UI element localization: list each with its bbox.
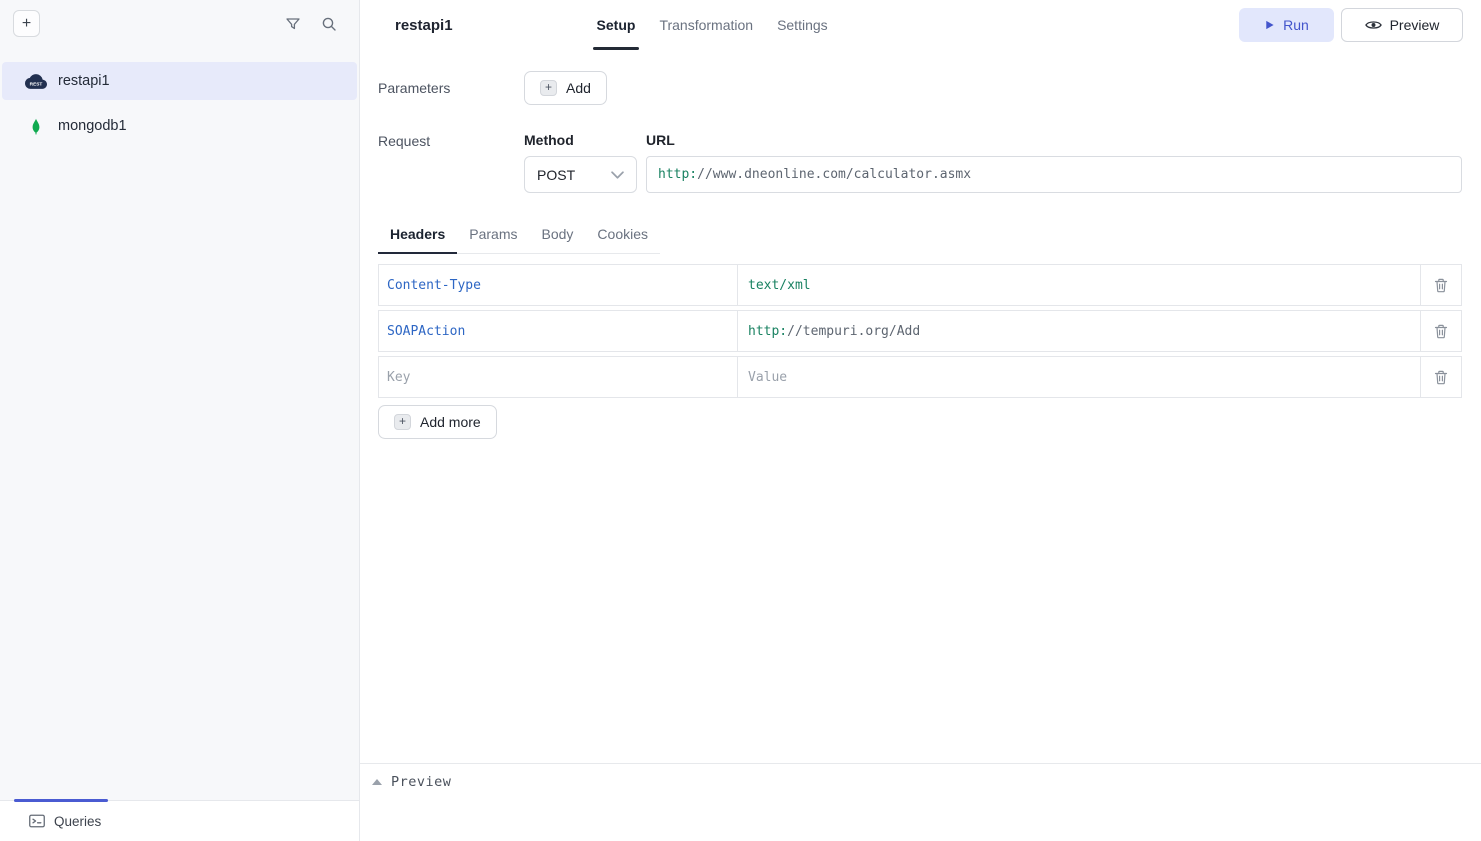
query-list: REST restapi1 mongodb1 bbox=[0, 47, 359, 800]
key-input[interactable] bbox=[387, 370, 737, 385]
add-more-label: Add more bbox=[420, 414, 481, 430]
header-value-cell[interactable] bbox=[737, 356, 1421, 398]
request-row: Request Method POST URL http://www.dneon… bbox=[378, 132, 1462, 193]
sidebar-toolbar: + bbox=[0, 0, 359, 47]
editor-tabs: Setup Transformation Settings bbox=[585, 0, 840, 50]
header-key-cell[interactable] bbox=[378, 356, 738, 398]
url-rest-text: //www.dneonline.com/calculator.asmx bbox=[697, 167, 971, 182]
run-button[interactable]: Run bbox=[1239, 8, 1334, 42]
url-field: URL http://www.dneonline.com/calculator.… bbox=[646, 132, 1462, 193]
add-more-row: + Add more bbox=[378, 405, 1462, 439]
tab-cookies[interactable]: Cookies bbox=[585, 226, 660, 253]
header-key-text: Content-Type bbox=[387, 278, 481, 293]
active-tab-indicator bbox=[14, 799, 108, 802]
add-more-button[interactable]: + Add more bbox=[378, 405, 497, 439]
preview-button-label: Preview bbox=[1390, 17, 1440, 33]
new-query-button[interactable]: + bbox=[13, 10, 40, 37]
add-parameter-button[interactable]: + Add bbox=[524, 71, 607, 105]
filter-icon[interactable] bbox=[285, 16, 301, 32]
table-row bbox=[378, 356, 1462, 398]
delete-row-button[interactable] bbox=[1420, 356, 1462, 398]
trash-icon bbox=[1434, 370, 1448, 385]
sidebar-bottom-bar: Queries bbox=[0, 800, 359, 841]
header-key-text: SOAPAction bbox=[387, 324, 465, 339]
method-field: Method POST bbox=[524, 132, 637, 193]
plus-icon: + bbox=[394, 414, 411, 430]
mongodb-icon bbox=[25, 118, 47, 135]
table-row: SOAPAction http://tempuri.org/Add bbox=[378, 310, 1462, 352]
tab-setup[interactable]: Setup bbox=[585, 0, 648, 50]
method-label: Method bbox=[524, 132, 637, 148]
sidebar-item-label: restapi1 bbox=[58, 73, 110, 89]
preview-bar-label: Preview bbox=[391, 774, 451, 790]
trash-icon bbox=[1434, 324, 1448, 339]
header-value-cell[interactable]: text/xml bbox=[737, 264, 1421, 306]
play-icon bbox=[1264, 19, 1275, 31]
editor-header: restapi1 Setup Transformation Settings R… bbox=[360, 0, 1481, 50]
value-input[interactable] bbox=[748, 370, 1420, 385]
tab-settings[interactable]: Settings bbox=[765, 0, 840, 50]
plus-icon: + bbox=[540, 80, 557, 96]
rest-api-icon: REST bbox=[25, 74, 47, 89]
header-value-text: text/xml bbox=[748, 278, 811, 293]
table-row: Content-Type text/xml bbox=[378, 264, 1462, 306]
expand-up-icon bbox=[372, 779, 382, 785]
header-value-text: http: bbox=[748, 324, 787, 339]
tab-params[interactable]: Params bbox=[457, 226, 529, 253]
preview-collapse-bar[interactable]: Preview bbox=[360, 763, 1481, 841]
method-select[interactable]: POST bbox=[524, 156, 637, 193]
preview-button[interactable]: Preview bbox=[1341, 8, 1463, 42]
parameters-row: Parameters + Add bbox=[378, 71, 1462, 105]
sidebar-item-label: mongodb1 bbox=[58, 118, 127, 134]
app-window: + RE bbox=[0, 0, 1481, 841]
sidebar-item-restapi1[interactable]: REST restapi1 bbox=[2, 62, 357, 100]
header-key-cell[interactable]: SOAPAction bbox=[378, 310, 738, 352]
chevron-down-icon bbox=[611, 171, 624, 179]
rest-badge-text: REST bbox=[30, 81, 43, 87]
tab-headers[interactable]: Headers bbox=[378, 226, 457, 253]
main-panel: restapi1 Setup Transformation Settings R… bbox=[360, 0, 1481, 841]
method-selected-value: POST bbox=[537, 167, 575, 183]
trash-icon bbox=[1434, 278, 1448, 293]
setup-panel: Parameters + Add Request Method POST bbox=[360, 50, 1481, 763]
run-button-label: Run bbox=[1283, 17, 1309, 33]
sidebar-toolbar-icons bbox=[285, 16, 337, 32]
eye-icon bbox=[1365, 19, 1382, 31]
queries-tab-label: Queries bbox=[54, 814, 101, 829]
sidebar-item-mongodb1[interactable]: mongodb1 bbox=[2, 107, 357, 145]
tab-transformation[interactable]: Transformation bbox=[647, 0, 765, 50]
tab-body[interactable]: Body bbox=[530, 226, 586, 253]
page-title: restapi1 bbox=[395, 17, 453, 34]
header-actions: Run Preview bbox=[1239, 8, 1463, 42]
header-key-cell[interactable]: Content-Type bbox=[378, 264, 738, 306]
header-value-cell[interactable]: http://tempuri.org/Add bbox=[737, 310, 1421, 352]
queries-tab[interactable]: Queries bbox=[29, 813, 101, 829]
url-scheme-text: http: bbox=[658, 167, 697, 182]
header-value-text-rest: //tempuri.org/Add bbox=[787, 324, 920, 339]
sidebar: + RE bbox=[0, 0, 360, 841]
delete-row-button[interactable] bbox=[1420, 264, 1462, 306]
parameters-label: Parameters bbox=[378, 80, 524, 96]
request-label: Request bbox=[378, 132, 524, 149]
delete-row-button[interactable] bbox=[1420, 310, 1462, 352]
url-label: URL bbox=[646, 132, 1462, 148]
headers-table: Content-Type text/xml bbox=[378, 264, 1462, 398]
search-icon[interactable] bbox=[321, 16, 337, 32]
request-subtabs: Headers Params Body Cookies bbox=[378, 226, 660, 254]
url-input[interactable]: http://www.dneonline.com/calculator.asmx bbox=[646, 156, 1462, 193]
queries-icon bbox=[29, 813, 45, 829]
add-parameter-label: Add bbox=[566, 80, 591, 96]
